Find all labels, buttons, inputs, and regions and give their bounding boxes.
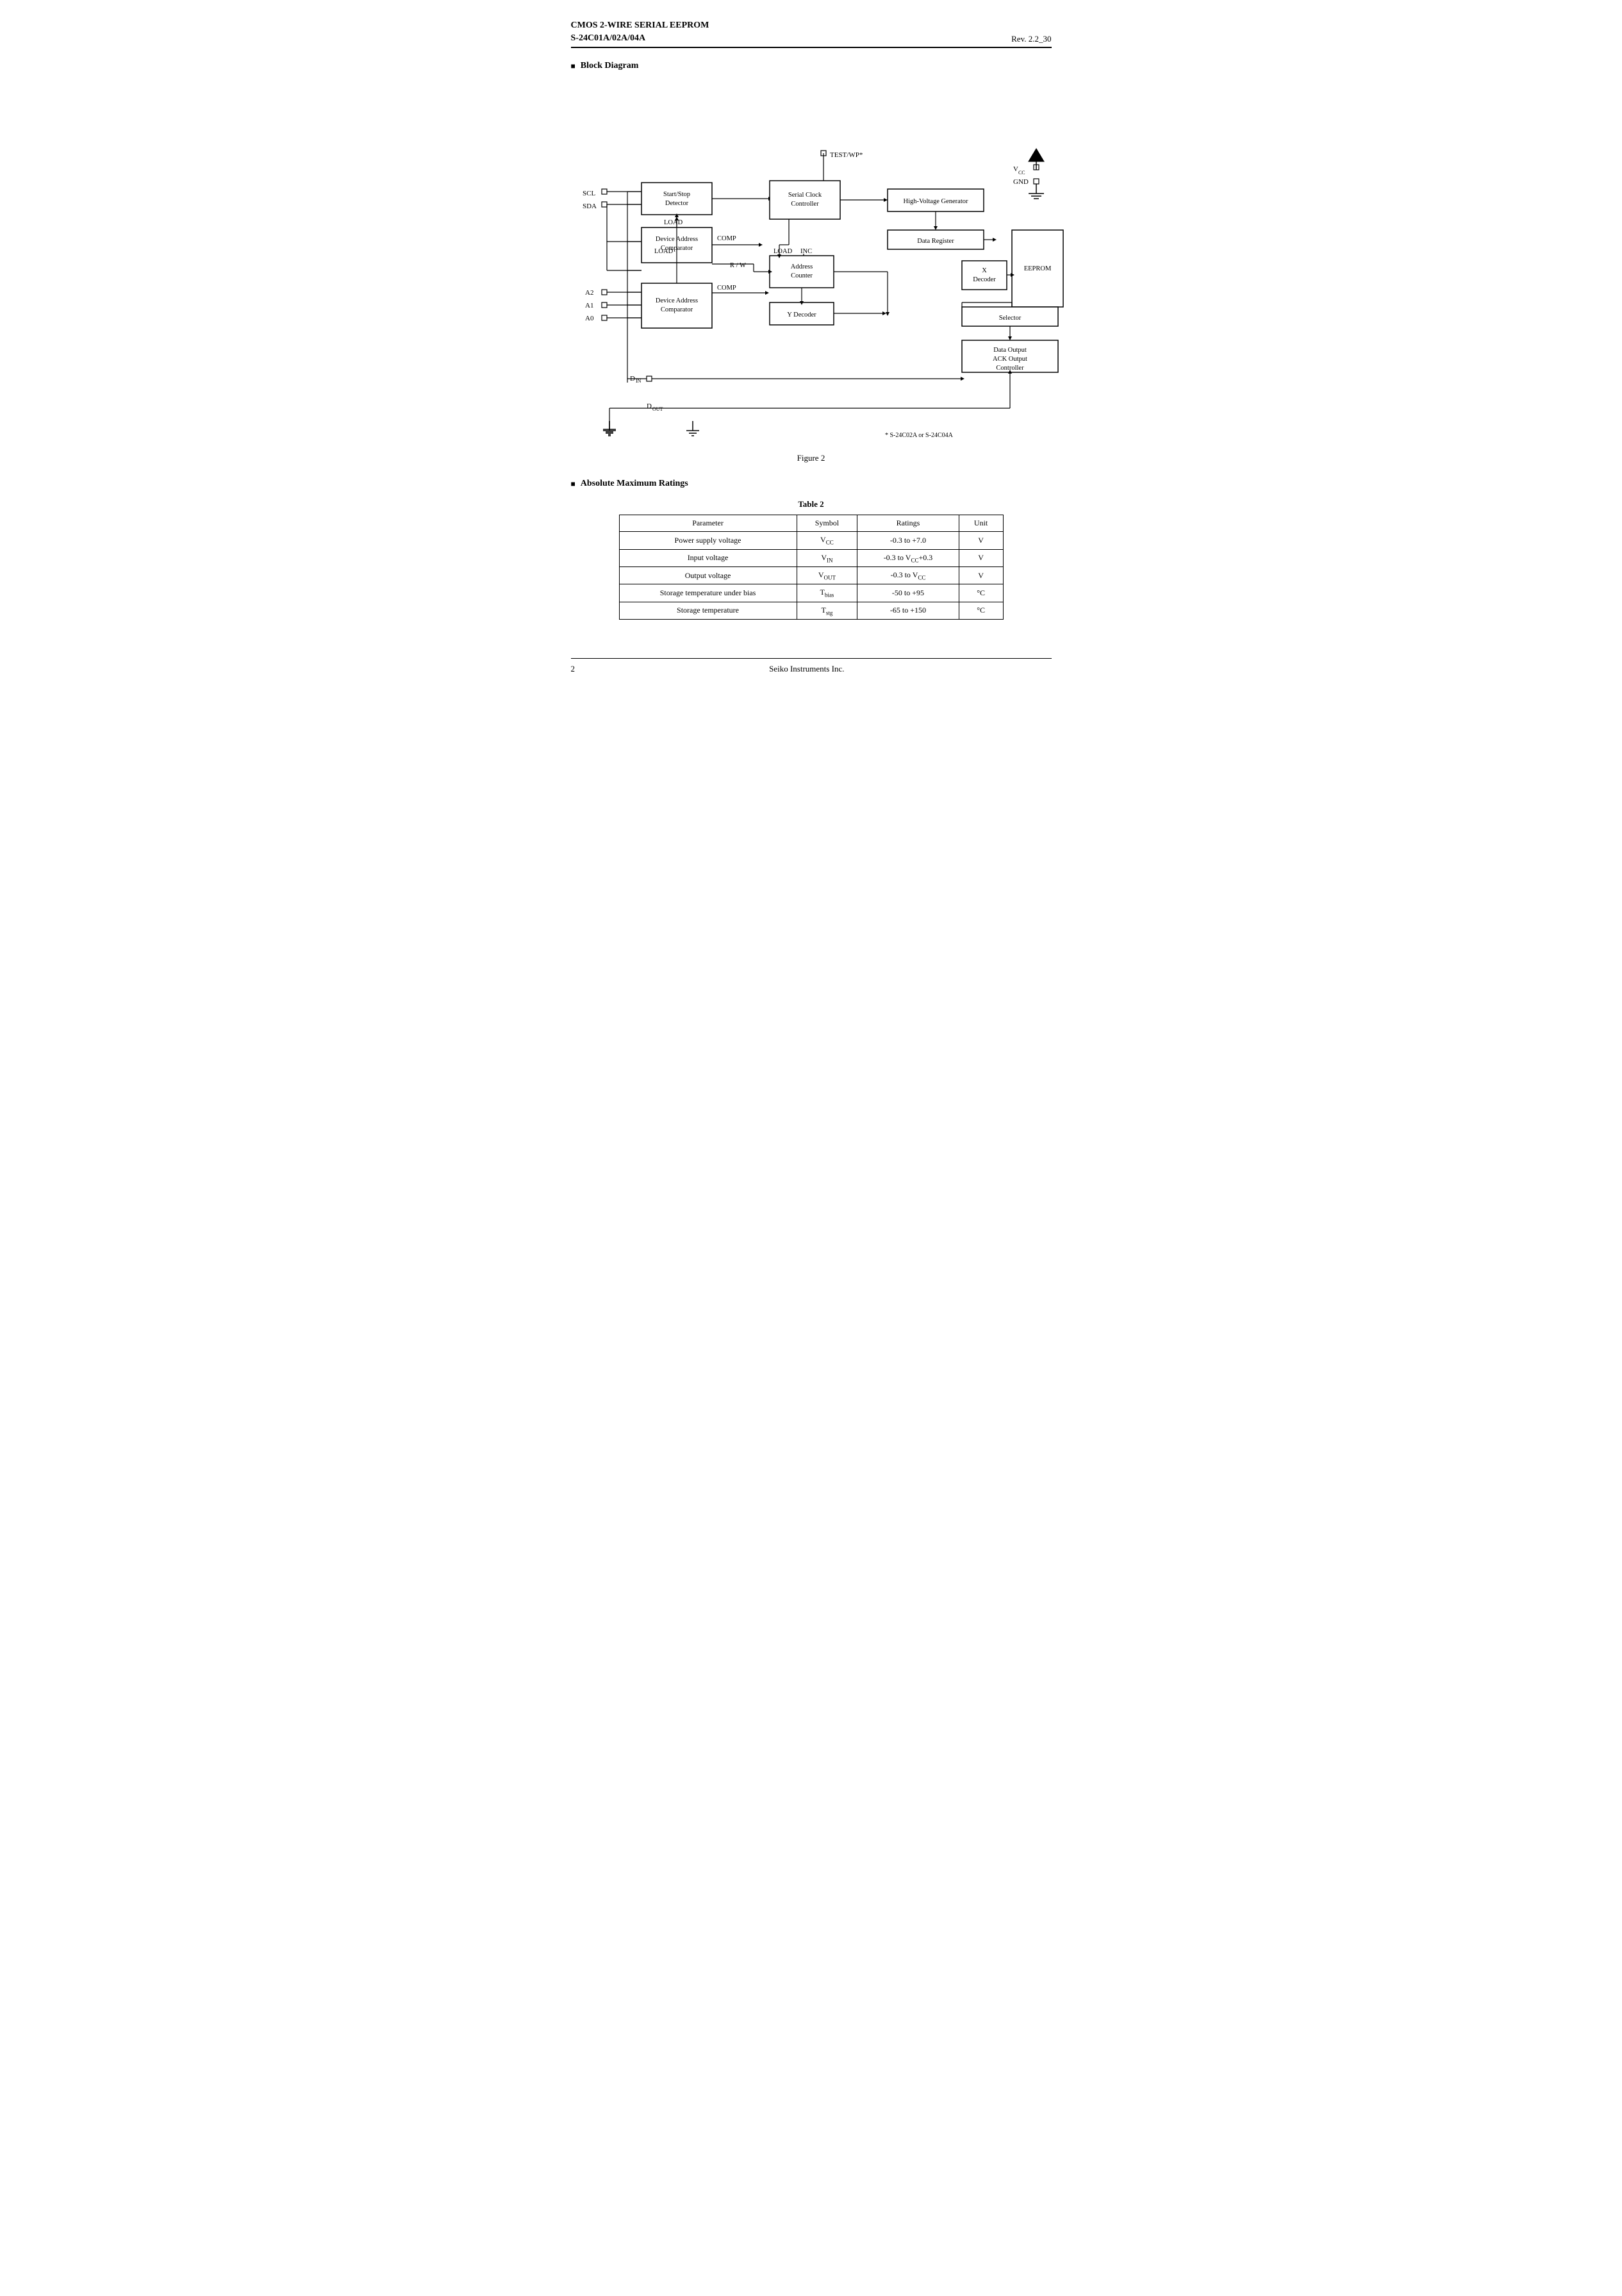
page-footer: 2 Seiko Instruments Inc.	[571, 658, 1052, 674]
revision-number: Rev. 2.2_30	[1011, 34, 1051, 44]
svg-text:Counter: Counter	[791, 272, 813, 279]
svg-text:LOAD: LOAD	[774, 248, 793, 255]
svg-text:LOAD: LOAD	[654, 248, 674, 255]
svg-text:COMP: COMP	[717, 285, 736, 292]
svg-text:Detector: Detector	[665, 200, 688, 207]
col-parameter: Parameter	[619, 515, 797, 532]
table-row: Output voltageVOUT-0.3 to VCCV	[619, 566, 1003, 584]
svg-text:OUT: OUT	[652, 406, 663, 412]
svg-text:Start/Stop: Start/Stop	[663, 191, 690, 198]
document-title: CMOS 2-WIRE SERIAL EEPROM S-24C01A/02A/0…	[571, 19, 709, 44]
svg-text:A1: A1	[585, 302, 593, 310]
svg-text:Y Decoder: Y Decoder	[787, 311, 816, 318]
figure-caption: Figure 2	[571, 453, 1052, 463]
svg-text:Decoder: Decoder	[973, 276, 996, 283]
table-row: Storage temperature under biasTbias-50 t…	[619, 584, 1003, 602]
svg-text:High-Voltage Generator: High-Voltage Generator	[903, 198, 968, 205]
col-unit: Unit	[959, 515, 1003, 532]
col-ratings: Ratings	[857, 515, 959, 532]
svg-text:INC: INC	[800, 248, 812, 255]
svg-text:TEST/WP*: TEST/WP*	[830, 151, 863, 159]
svg-text:D: D	[647, 402, 652, 410]
svg-text:VCC: VCC	[1013, 165, 1025, 176]
block-diagram-section-title: Block Diagram	[571, 61, 1052, 71]
ratings-table: Parameter Symbol Ratings Unit Power supp…	[619, 515, 1004, 620]
svg-text:Data Output: Data Output	[993, 347, 1027, 354]
col-symbol: Symbol	[797, 515, 857, 532]
absolute-max-ratings-section-title: Absolute Maximum Ratings	[571, 479, 1052, 489]
svg-text:GND: GND	[1013, 178, 1029, 186]
svg-text:EEPROM: EEPROM	[1023, 265, 1051, 272]
svg-text:Device Address: Device Address	[655, 297, 697, 304]
page-header: CMOS 2-WIRE SERIAL EEPROM S-24C01A/02A/0…	[571, 19, 1052, 48]
sda-pin-label: SDA	[583, 202, 597, 210]
svg-text:Serial Clock: Serial Clock	[788, 192, 822, 199]
svg-text:Controller: Controller	[791, 201, 819, 208]
svg-text:A2: A2	[585, 289, 593, 297]
block-diagram-svg: SCL SDA Start/Stop Detector Device Addre…	[571, 81, 1071, 447]
svg-text:* S-24C02A or S-24C04A: * S-24C02A or S-24C04A	[885, 432, 954, 439]
page-number: 2	[571, 664, 575, 674]
table-row: Storage temperatureTstg-65 to +150°C	[619, 602, 1003, 619]
company-name: Seiko Instruments Inc.	[769, 664, 844, 674]
table-row: Power supply voltageVCC-0.3 to +7.0V	[619, 532, 1003, 549]
table-row: Input voltageVIN-0.3 to VCC+0.3V	[619, 549, 1003, 566]
svg-text:X: X	[982, 267, 987, 274]
svg-text:A0: A0	[585, 315, 594, 322]
svg-text:COMP: COMP	[717, 235, 736, 242]
svg-text:Selector: Selector	[998, 315, 1021, 322]
svg-text:LOAD: LOAD	[664, 219, 683, 226]
svg-text:Address: Address	[790, 263, 812, 270]
table-title: Table 2	[571, 499, 1052, 509]
svg-text:ACK Output: ACK Output	[993, 356, 1027, 363]
scl-pin-label: SCL	[583, 190, 595, 197]
svg-text:Data Register: Data Register	[917, 238, 954, 245]
svg-text:R / W: R / W	[730, 262, 746, 269]
svg-text:Comparator: Comparator	[660, 306, 693, 313]
